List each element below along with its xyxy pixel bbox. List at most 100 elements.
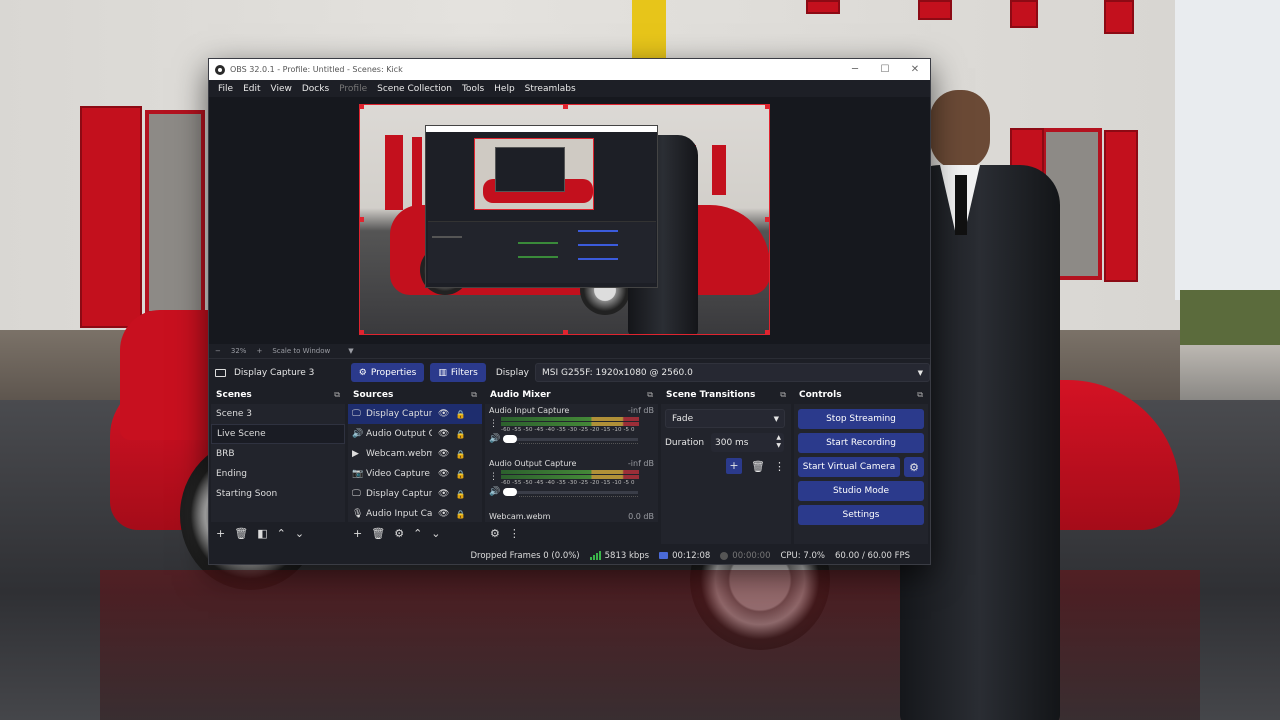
move-down-icon[interactable]: ⌄ [295,527,304,540]
maximize-button[interactable]: ☐ [870,64,900,75]
channel-level: 0.0 dB [628,512,654,521]
source-item[interactable]: 🖵 Display Capture 3 👁 🔒 [348,404,482,424]
mute-speaker-icon[interactable]: 🔊 [489,434,503,444]
menu-file[interactable]: File [213,84,238,94]
nested-obs-capture [425,125,658,288]
undock-icon[interactable]: ⧉ [780,390,786,400]
mixer-menu-icon[interactable]: ⋮ [509,527,520,540]
move-up-icon[interactable]: ⌃ [277,527,286,540]
lock-icon[interactable]: 🔒 [455,410,465,419]
menu-view[interactable]: View [266,84,297,94]
channel-level: -inf dB [627,406,654,415]
menu-tools[interactable]: Tools [457,84,489,94]
transition-menu-icon[interactable]: ⋮ [774,460,785,473]
start-virtual-camera-button[interactable]: Start Virtual Camera [798,457,900,477]
lock-icon[interactable]: 🔒 [455,510,465,519]
source-item[interactable]: 🖵 Display Capture 👁 🔒 [348,484,482,504]
visibility-eye-icon[interactable]: 👁 [438,509,449,519]
record-time: 00:00:00 [720,551,770,561]
display-select[interactable]: MSI G255F: 1920x1080 @ 2560.0 ▼ [535,363,930,382]
channel-menu-icon[interactable]: ⋮ [489,419,501,429]
undock-icon[interactable]: ⧉ [917,390,923,400]
channel-menu-icon[interactable]: ⋮ [489,472,501,482]
menu-profile[interactable]: Profile [334,84,372,94]
visibility-eye-icon[interactable]: 👁 [438,409,449,419]
move-up-icon[interactable]: ⌃ [413,527,422,540]
studio-mode-button[interactable]: Studio Mode [798,481,924,501]
undock-icon[interactable]: ⧉ [334,390,340,400]
filter-icon: ▥ [438,367,447,378]
add-transition-button[interactable]: + [726,458,743,474]
add-scene-button[interactable]: + [216,527,225,540]
zoom-out-button[interactable]: − [215,347,221,355]
undock-icon[interactable]: ⧉ [471,390,477,400]
fps-indicator: 60.00 / 60.00 FPS [834,550,910,561]
scene-item[interactable]: BRB [211,444,345,464]
status-bar: Dropped Frames 0 (0.0%) 5813 kbps 00:12:… [209,546,930,564]
bitrate-value: 5813 kbps [604,550,650,561]
context-bar: Display Capture 3 ⚙ Properties ▥ Filters… [209,358,930,386]
properties-button[interactable]: ⚙ Properties [350,363,425,382]
filters-button[interactable]: ▥ Filters [430,363,486,382]
trash-icon[interactable]: 🗑 [234,527,248,540]
record-dot-icon [720,551,729,560]
transition-select[interactable]: Fade ▼ [665,409,785,428]
source-item[interactable]: 🎙 Audio Input Capture 👁 🔒 [348,504,482,524]
visibility-eye-icon[interactable]: 👁 [438,449,449,459]
visibility-eye-icon[interactable]: 👁 [438,429,449,439]
trash-icon[interactable]: 🗑 [371,527,385,540]
start-recording-button[interactable]: Start Recording [798,433,924,453]
scene-filters-icon[interactable]: ◧ [257,527,267,540]
chevron-down-icon: ▼ [773,415,779,423]
mixer-settings-icon[interactable]: ⚙ [490,527,500,540]
source-item[interactable]: 📷 Video Capture Device 👁 🔒 [348,464,482,484]
source-item[interactable]: ▶ Webcam.webm 👁 🔒 [348,444,482,464]
minimize-button[interactable]: ─ [840,64,870,75]
preview-canvas[interactable] [359,104,770,335]
scene-item[interactable]: Scene 3 [211,404,345,424]
add-source-button[interactable]: + [353,527,362,540]
undock-icon[interactable]: ⧉ [647,390,653,400]
channel-name: Webcam.webm [489,512,551,521]
mute-speaker-icon[interactable]: 🔊 [489,487,503,497]
menu-edit[interactable]: Edit [238,84,265,94]
menu-streamlabs[interactable]: Streamlabs [520,84,581,94]
monitor-icon: 🖵 [352,409,361,419]
zoom-bar: − 32% + Scale to Window ▼ [209,344,930,358]
visibility-eye-icon[interactable]: 👁 [438,489,449,499]
menu-docks[interactable]: Docks [297,84,334,94]
menu-scene-collection[interactable]: Scene Collection [372,84,457,94]
settings-button[interactable]: Settings [798,505,924,525]
spinner-arrows-icon[interactable]: ▲ ▼ [776,434,781,450]
trash-icon[interactable]: 🗑 [751,460,765,473]
lock-icon[interactable]: 🔒 [455,450,465,459]
preview-area[interactable] [209,97,930,344]
virtual-camera-settings-icon[interactable]: ⚙ [904,457,924,477]
duration-input[interactable]: 300 ms ▲ ▼ [711,433,784,452]
obs-logo-icon [215,64,225,75]
stop-streaming-button[interactable]: Stop Streaming [798,409,924,429]
close-button[interactable]: ✕ [900,64,930,75]
stream-time-value: 00:12:08 [672,550,711,561]
lock-icon[interactable]: 🔒 [455,470,465,479]
filters-label: Filters [450,367,478,378]
volume-slider[interactable] [503,487,638,497]
channel-level: -inf dB [627,459,654,468]
cpu-usage: CPU: 7.0% [780,550,825,561]
zoom-in-button[interactable]: + [256,347,262,355]
source-item[interactable]: 🔊 Audio Output Capture 👁 🔒 [348,424,482,444]
menu-help[interactable]: Help [489,84,520,94]
move-down-icon[interactable]: ⌄ [431,527,440,540]
microphone-icon: 🎙 [352,509,364,519]
gear-icon[interactable]: ⚙ [394,527,404,540]
volume-slider[interactable] [503,434,638,444]
scene-item-selected[interactable]: Live Scene [211,424,345,444]
scenes-dock: Scenes ⧉ Scene 3 Live Scene BRB Ending St… [211,386,345,544]
title-bar: OBS 32.0.1 - Profile: Untitled - Scenes:… [209,59,930,80]
scale-mode-dropdown[interactable]: ▼ [348,347,353,355]
lock-icon[interactable]: 🔒 [455,490,465,499]
visibility-eye-icon[interactable]: 👁 [438,469,449,479]
scene-item[interactable]: Ending [211,464,345,484]
scene-item[interactable]: Starting Soon [211,484,345,504]
lock-icon[interactable]: 🔒 [455,430,465,439]
